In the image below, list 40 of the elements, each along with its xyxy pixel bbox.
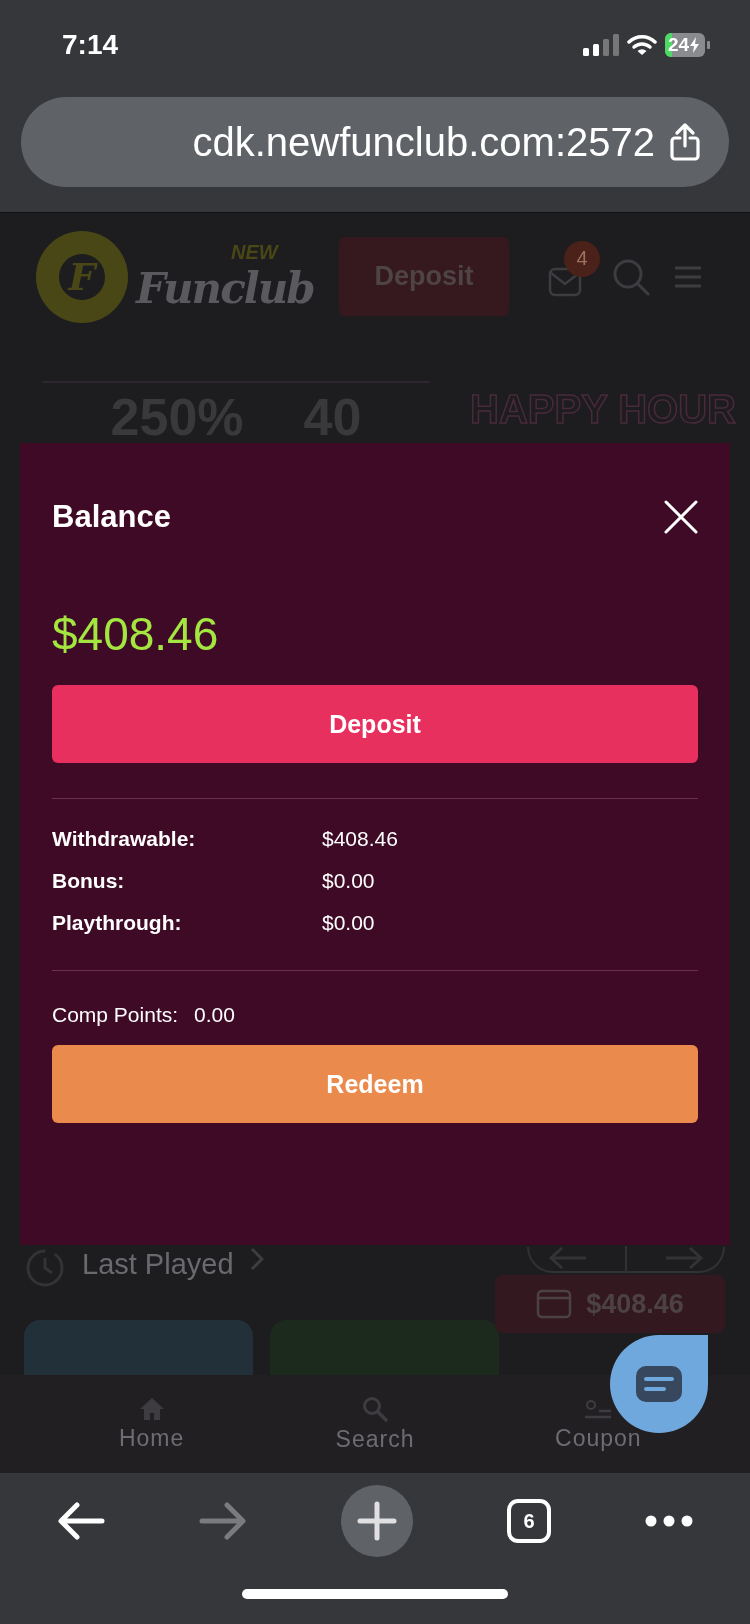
balance-value: $0.00 — [322, 869, 376, 893]
search-icon[interactable] — [612, 257, 650, 296]
logo-text: Funclub — [136, 263, 314, 313]
chevron-icon[interactable] — [249, 1247, 264, 1271]
share-icon[interactable] — [669, 122, 701, 162]
left-arrow-icon[interactable] — [547, 1246, 588, 1270]
close-icon[interactable] — [664, 500, 698, 534]
modal-title: Balance — [52, 499, 171, 535]
balance-label: Bonus: — [52, 869, 126, 893]
chat-icon — [636, 1366, 682, 1402]
address-bar[interactable]: cdk.newfunclub.com:2572 — [21, 97, 729, 187]
wallet-icon — [536, 1289, 573, 1319]
balance-value: $0.00 — [322, 911, 376, 935]
wifi-icon — [627, 34, 657, 56]
balance-value: $408.46 — [322, 827, 399, 851]
right-arrow-icon[interactable] — [664, 1246, 705, 1270]
balance-amount: $408.46 — [52, 607, 220, 661]
search-icon — [362, 1395, 388, 1422]
section-title: Last Played — [82, 1247, 234, 1281]
status-time: 7:14 — [62, 29, 119, 61]
home-icon — [138, 1396, 165, 1421]
game-thumbnail[interactable] — [270, 1320, 499, 1375]
balance-label: Withdrawable: — [52, 827, 197, 851]
comp-points-value: 0.00 — [194, 1003, 235, 1027]
menu-icon[interactable] — [674, 265, 702, 288]
more-icon[interactable] — [645, 1515, 693, 1527]
nav-label[interactable]: Home — [118, 1424, 185, 1452]
nav-label[interactable]: Search — [335, 1425, 415, 1453]
balance-label: Playthrough: — [52, 911, 183, 935]
notification-badge: 4 — [564, 240, 600, 277]
plus-icon — [357, 1501, 397, 1541]
deposit-button[interactable]: Deposit — [52, 685, 698, 763]
tab-count-button[interactable]: 6 — [507, 1499, 551, 1543]
comp-points-label: Comp Points: — [52, 1003, 179, 1027]
redeem-button[interactable]: Redeem — [52, 1045, 698, 1123]
game-thumbnail[interactable] — [24, 1320, 253, 1375]
back-arrow-icon[interactable] — [57, 1501, 105, 1541]
url-text: cdk.newfunclub.com:2572 — [192, 119, 655, 165]
signal-icon — [583, 34, 619, 56]
nav-label[interactable]: Coupon — [555, 1424, 642, 1452]
